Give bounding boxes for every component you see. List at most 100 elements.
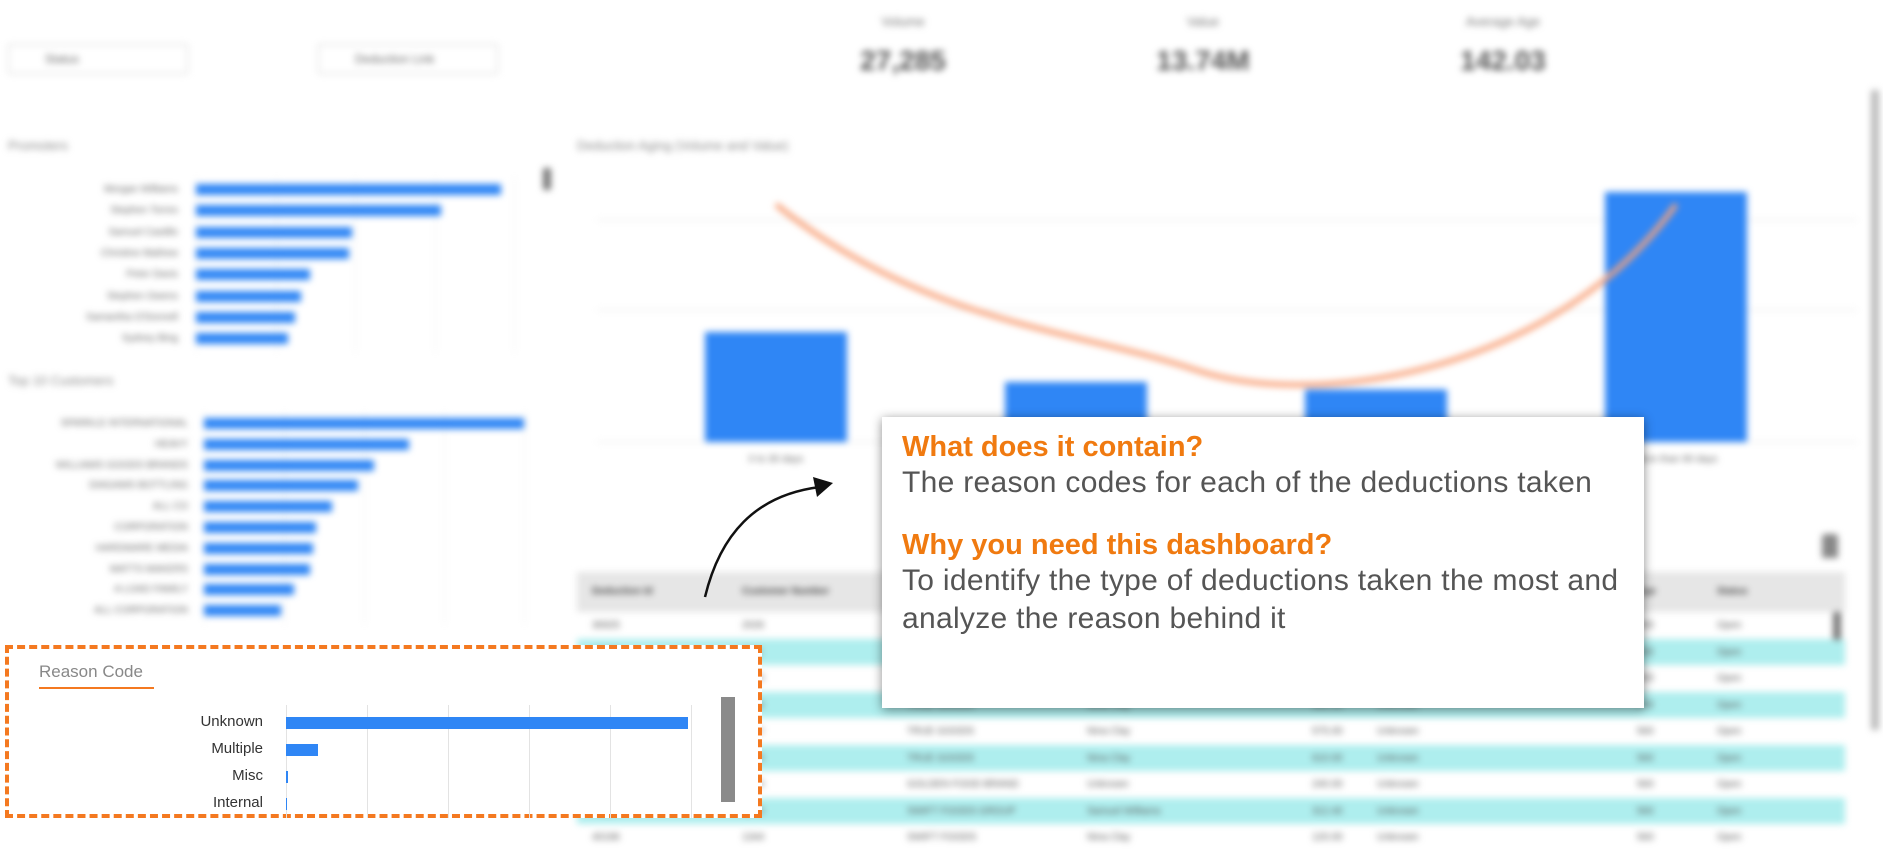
table-row: 40196 1344 SWIFT FOODS Nina Clay 120.00 Unkno… (577, 824, 1845, 850)
callout-answer-1: The reason codes for each of the deducti… (902, 466, 1593, 499)
bar (196, 333, 289, 345)
gridline (355, 178, 356, 353)
kpi-value: 142.03 (1460, 45, 1546, 76)
reason-code-label: Misc (232, 767, 263, 784)
gridline (444, 412, 445, 624)
aging-bar (705, 332, 847, 442)
bar-label: MATTS MAKERS (109, 563, 188, 575)
table-cell: Unknown (1377, 805, 1419, 817)
table-cell: Open (1717, 832, 1742, 843)
gridline (524, 412, 525, 624)
reason-code-panel: Reason Code Unknown Multiple Misc Internal (5, 645, 762, 818)
bar (204, 501, 332, 513)
table-row: 401632026TRUE GOODSNina Clay610.00Unknow… (577, 744, 1845, 771)
bar-label: CORPORATION (114, 522, 188, 533)
focus-mode-icon[interactable] (1822, 534, 1838, 558)
table-cell: Unknown (1377, 752, 1419, 764)
bar-label: Samantha O'Donnell (86, 311, 178, 323)
promoters-scrollbar[interactable] (543, 168, 551, 190)
bar (204, 438, 409, 450)
bar (204, 522, 316, 533)
table-cell: 40196 (592, 832, 620, 843)
table-cell: 560 (1637, 779, 1654, 790)
bar-label: Christine Mathew (100, 247, 178, 259)
table-cell: Nina Clay (1087, 832, 1131, 843)
aging-title: Deduction Aging (Volume and Value) (577, 138, 789, 153)
bar-label: Peter Davis (126, 269, 178, 281)
bar-label: SPARKLE INTERNATIONAL (60, 418, 188, 429)
table-cell: Unknown (1377, 779, 1419, 790)
deduction-link-slicer[interactable]: Deduction Link (318, 44, 498, 74)
aging-category-label: 0 to 30 days (749, 454, 803, 465)
page-scrollbar[interactable] (1871, 90, 1879, 730)
table-cell: Open (1717, 805, 1742, 817)
aging-bar (1605, 192, 1747, 442)
table-cell: Open (1717, 726, 1742, 737)
bar-label: WILLIAMS GOODS BRANDS (55, 459, 188, 471)
bar-label: Sydney Bing (121, 333, 178, 345)
bar (204, 459, 374, 471)
callout-question-2: Why you need this dashboard? (902, 529, 1333, 561)
kpi-value: 27,285 (860, 45, 946, 76)
gridline (196, 178, 197, 353)
gridline (434, 178, 436, 353)
aging-category-label: More than 90 days (1635, 454, 1718, 465)
table-cell: SWIFT FOODS GROUP (907, 805, 1016, 817)
table-cell: 610.00 (1312, 752, 1343, 764)
table-cell: Unknown (1377, 832, 1419, 843)
kpi-value-total: Value 13.74M (1103, 14, 1303, 77)
gridline (275, 178, 277, 353)
gridline (514, 178, 515, 353)
bar (196, 269, 311, 281)
table-cell: 312.40 (1312, 805, 1343, 817)
callout-question-1: What does it contain? (902, 431, 1204, 463)
table-header-cell: Status (1717, 586, 1748, 597)
kpi-label: Volume (881, 14, 925, 29)
reason-code-bar (286, 771, 288, 783)
kpi-average-age: Average Age 142.03 (1403, 14, 1603, 77)
kpi-value: 13.74M (1156, 45, 1250, 76)
table-cell: 36925 (592, 620, 620, 631)
bar-label: Stephen Torres (110, 205, 178, 217)
table-header-cell: Deduction Id (592, 586, 653, 597)
kpi-label: Value (1186, 14, 1220, 29)
table-row: 401851876SWIFT FOODS GROUPSamuel William… (577, 797, 1845, 824)
title-underline (39, 687, 154, 689)
reason-code-bar (286, 798, 287, 810)
bar-label: DIAGAMS BOTTLING (89, 480, 188, 492)
table-cell: 560 (1637, 726, 1654, 737)
bar-label: Morgan Williams (104, 184, 178, 195)
table-cell: Samuel Williams (1087, 805, 1161, 817)
bar (196, 247, 349, 259)
table-cell: Nina Clay (1087, 726, 1131, 737)
bar-label: Samuel Castillo (108, 226, 178, 238)
kpi-label: Average Age (1465, 14, 1541, 29)
bar (196, 184, 502, 195)
bar (204, 418, 524, 429)
table-cell: Open (1717, 673, 1742, 684)
reason-code-label: Internal (212, 794, 263, 811)
table-cell: 240.00 (1312, 779, 1343, 790)
reason-code-scrollbar[interactable] (721, 697, 735, 802)
bar (196, 290, 301, 302)
bar-label: Stephen Owens (106, 290, 178, 302)
table-cell: 575.00 (1312, 726, 1343, 737)
reason-code-label: Multiple (211, 740, 263, 757)
bar (196, 226, 352, 238)
bar-label: HARDWARE MEDIA (95, 542, 188, 554)
gridline (691, 705, 692, 818)
status-slicer[interactable]: Status (8, 44, 188, 74)
kpi-volume: Volume 27,285 (803, 14, 1003, 77)
bar-label: A LOAD FAMILY (114, 584, 188, 596)
reason-code-title: Reason Code (39, 662, 143, 681)
table-cell: 2026 (742, 620, 765, 631)
table-cell: Nina Clay (1087, 752, 1131, 764)
table-row: 401523112TRUE GOODSNina Clay575.00Unknow… (577, 718, 1845, 744)
reason-code-bar (286, 717, 688, 729)
table-row: 401741876GOLDEN FOOD BRANDUnknown240.00U… (577, 771, 1845, 797)
table-cell: TRUE GOODS (907, 726, 975, 737)
reason-code-bar (286, 744, 319, 756)
callout-box: What does it contain? The reason codes f… (882, 417, 1644, 708)
table-cell: GOLDEN FOOD BRAND (907, 779, 1019, 790)
table-scrollbar[interactable] (1833, 612, 1841, 640)
